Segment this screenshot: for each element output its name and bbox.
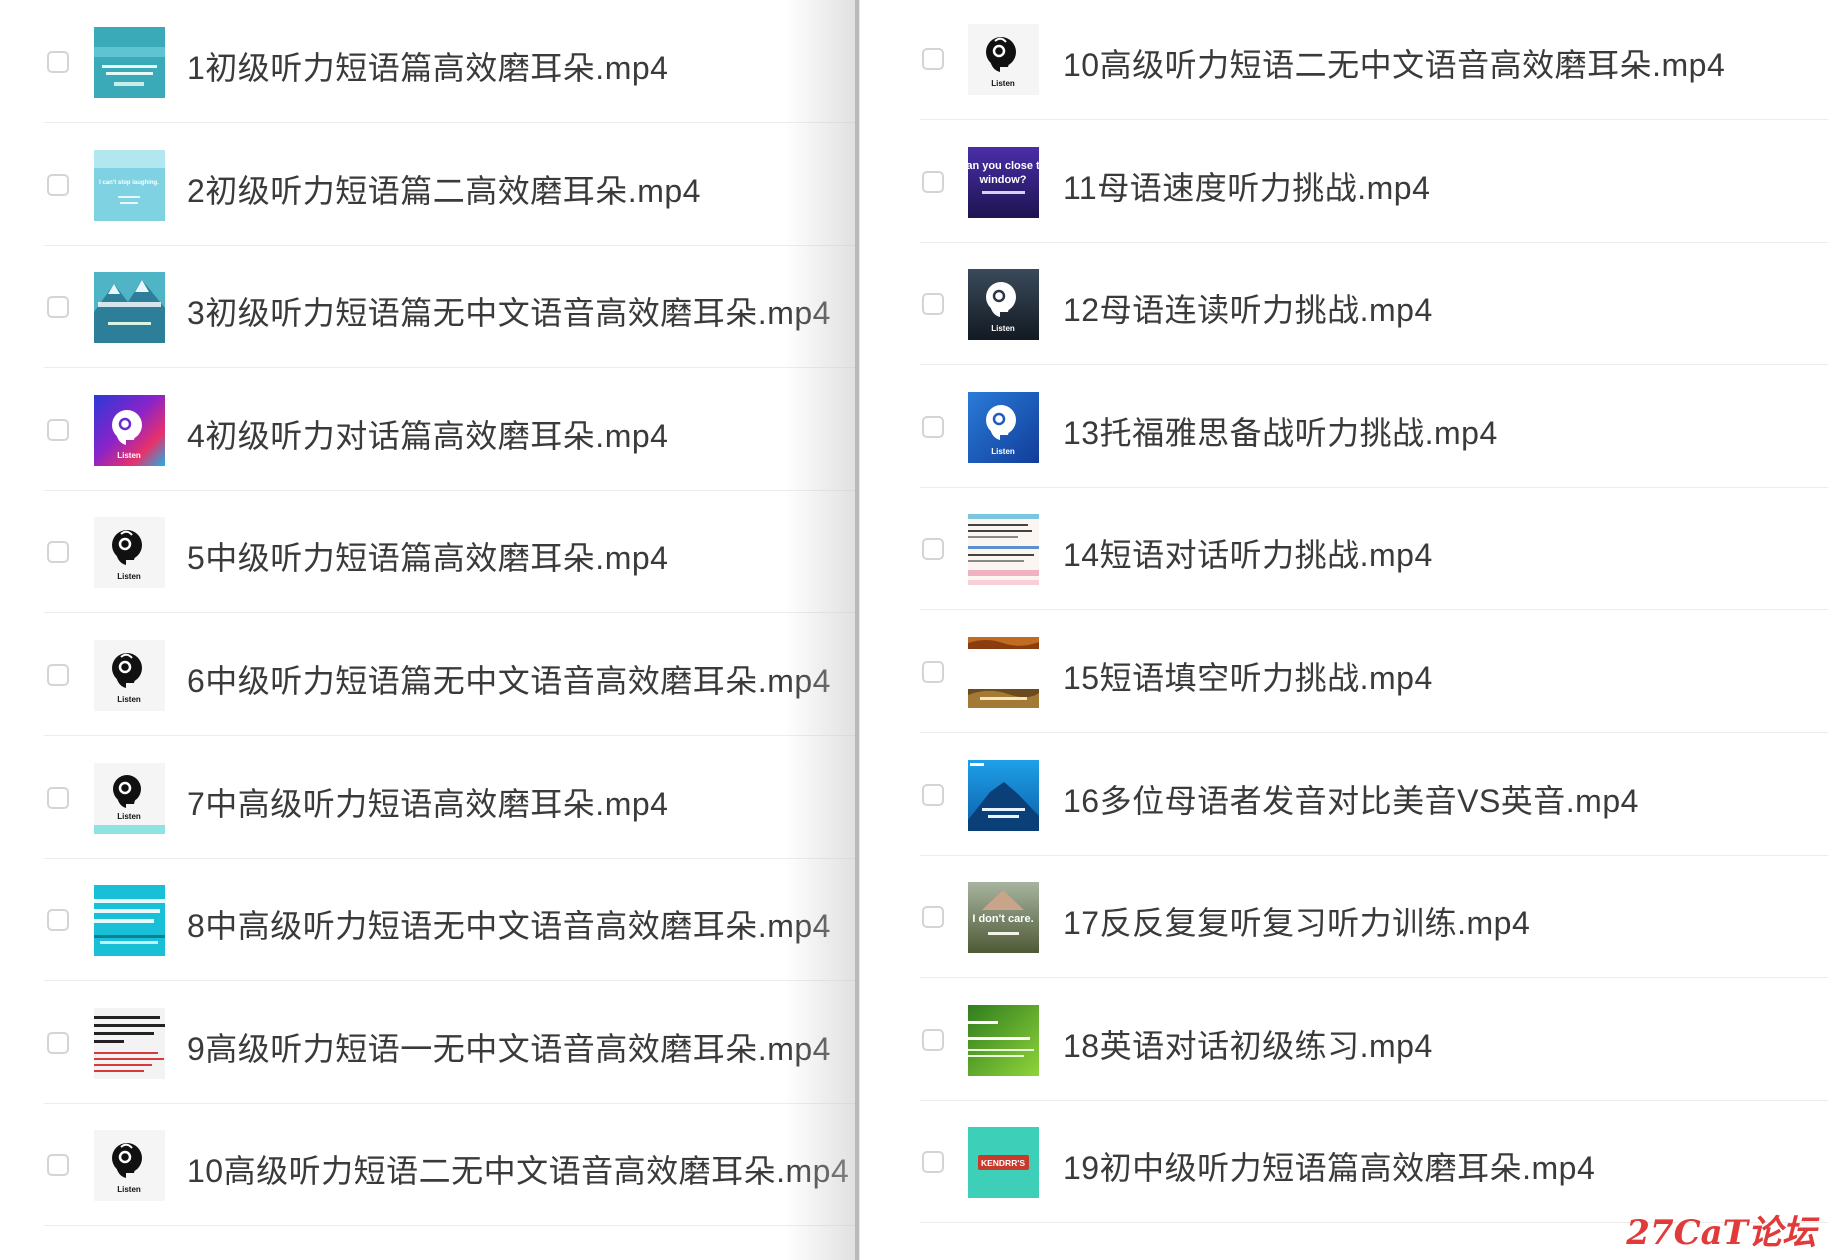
- file-row[interactable]: Listen 7中高级听力短语高效磨耳朵.mp4: [0, 737, 855, 859]
- video-thumbnail: [94, 885, 165, 957]
- file-checkbox[interactable]: [922, 906, 944, 929]
- svg-text:Listen: Listen: [117, 572, 141, 581]
- video-thumbnail: I can't stop laughing.: [94, 149, 165, 221]
- video-thumbnail: Listen: [94, 762, 165, 834]
- video-thumbnail: [968, 514, 1039, 586]
- file-name[interactable]: 11母语速度听力挑战.mp4: [1063, 163, 1430, 209]
- file-checkbox[interactable]: [922, 415, 944, 438]
- file-row[interactable]: Listen 6中级听力短语篇无中文语音高效磨耳朵.mp4: [0, 614, 855, 736]
- file-row[interactable]: 15短语填空听力挑战.mp4: [860, 611, 1828, 733]
- file-row[interactable]: Listen 10高级听力短语二无中文语音高效磨耳朵.mp4: [860, 0, 1828, 120]
- file-name[interactable]: 14短语对话听力挑战.mp4: [1063, 530, 1433, 576]
- video-thumbnail: I don't care.: [968, 882, 1039, 954]
- file-row[interactable]: 14短语对话听力挑战.mp4: [860, 488, 1828, 611]
- file-checkbox[interactable]: [47, 541, 69, 564]
- svg-text:Listen: Listen: [117, 451, 141, 460]
- video-thumbnail: KENDRR'S: [968, 1127, 1039, 1199]
- video-thumbnail: Listen: [94, 640, 165, 711]
- file-checkbox[interactable]: [47, 51, 69, 73]
- svg-text:Listen: Listen: [117, 1185, 141, 1194]
- svg-text:Listen: Listen: [117, 695, 141, 704]
- file-name[interactable]: 19初中级听力短语篇高效磨耳朵.mp4: [1063, 1143, 1595, 1189]
- video-thumbnail: [94, 272, 165, 344]
- file-name[interactable]: 16多位母语者发音对比美音VS英音.mp4: [1063, 776, 1639, 822]
- video-thumbnail: an you close t window?: [968, 146, 1039, 218]
- svg-text:Listen: Listen: [991, 447, 1015, 456]
- video-thumbnail: Listen: [968, 269, 1039, 341]
- file-checkbox[interactable]: [922, 1028, 944, 1051]
- file-name[interactable]: 9高级听力短语一无中文语音高效磨耳朵.mp4: [187, 1024, 831, 1070]
- file-name[interactable]: 10高级听力短语二无中文语音高效磨耳朵.mp4: [187, 1146, 849, 1192]
- file-name[interactable]: 18英语对话初级练习.mp4: [1063, 1021, 1433, 1067]
- file-row[interactable]: 16多位母语者发音对比美音VS英音.mp4: [860, 734, 1828, 856]
- file-row[interactable]: 8中高级听力短语无中文语音高效磨耳朵.mp4: [0, 859, 855, 982]
- video-thumbnail: Listen: [94, 1130, 165, 1202]
- file-name[interactable]: 3初级听力短语篇无中文语音高效磨耳朵.mp4: [187, 288, 831, 334]
- watermark: 27CaT论坛: [1626, 1213, 1816, 1253]
- file-row[interactable]: 3初级听力短语篇无中文语音高效磨耳朵.mp4: [0, 246, 855, 369]
- file-row[interactable]: Listen 12母语连读听力挑战.mp4: [860, 243, 1828, 366]
- file-checkbox[interactable]: [922, 48, 944, 70]
- svg-text:window?: window?: [978, 174, 1026, 186]
- file-checkbox[interactable]: [47, 786, 69, 809]
- file-checkbox[interactable]: [922, 538, 944, 561]
- file-row[interactable]: I can't stop laughing. 2初级听力短语篇二高效磨耳朵.mp…: [0, 124, 855, 246]
- video-thumbnail: [94, 27, 165, 98]
- file-name[interactable]: 10高级听力短语二无中文语音高效磨耳朵.mp4: [1063, 40, 1725, 86]
- left-file-panel: 1初级听力短语篇高效磨耳朵.mp4 I can't stop laughing.…: [0, 0, 855, 1260]
- file-name[interactable]: 2初级听力短语篇二高效磨耳朵.mp4: [187, 166, 701, 212]
- file-name[interactable]: 12母语连读听力挑战.mp4: [1063, 285, 1433, 331]
- svg-text:Listen: Listen: [991, 79, 1015, 88]
- file-checkbox[interactable]: [922, 783, 944, 806]
- video-thumbnail: Listen: [94, 394, 165, 466]
- file-name[interactable]: 7中高级听力短语高效磨耳朵.mp4: [187, 779, 668, 825]
- file-checkbox[interactable]: [922, 170, 944, 193]
- file-checkbox[interactable]: [47, 664, 69, 686]
- right-file-panel: Listen 10高级听力短语二无中文语音高效磨耳朵.mp4 an you clo…: [859, 0, 1828, 1260]
- file-row[interactable]: 9高级听力短语一无中文语音高效磨耳朵.mp4: [0, 982, 855, 1104]
- file-checkbox[interactable]: [922, 661, 944, 683]
- svg-text:Listen: Listen: [991, 324, 1015, 333]
- file-name[interactable]: 15短语填空听力挑战.mp4: [1063, 653, 1433, 699]
- file-checkbox[interactable]: [47, 296, 69, 319]
- video-thumbnail: [94, 1007, 165, 1079]
- video-thumbnail: [968, 637, 1039, 708]
- svg-text:I can't stop laughing.: I can't stop laughing.: [99, 180, 159, 186]
- video-thumbnail: Listen: [968, 391, 1039, 463]
- file-name[interactable]: 4初级听力对话篇高效磨耳朵.mp4: [187, 411, 668, 457]
- file-checkbox[interactable]: [47, 1031, 69, 1054]
- video-thumbnail: Listen: [968, 24, 1039, 95]
- file-name[interactable]: 17反反复复听复习听力训练.mp4: [1063, 898, 1530, 944]
- svg-text:an you close t: an you close t: [968, 160, 1039, 172]
- file-checkbox[interactable]: [47, 173, 69, 196]
- file-row[interactable]: Listen 4初级听力对话篇高效磨耳朵.mp4: [0, 369, 855, 491]
- file-checkbox[interactable]: [47, 418, 69, 441]
- video-thumbnail: [968, 1004, 1039, 1076]
- video-thumbnail: Listen: [94, 517, 165, 589]
- file-name[interactable]: 6中级听力短语篇无中文语音高效磨耳朵.mp4: [187, 656, 831, 702]
- svg-text:Listen: Listen: [117, 812, 141, 821]
- svg-text:KENDRR'S: KENDRR'S: [981, 1158, 1025, 1168]
- video-thumbnail: [968, 759, 1039, 831]
- svg-text:I don't care.: I don't care.: [972, 913, 1033, 925]
- file-row[interactable]: Listen 5中级听力短语篇高效磨耳朵.mp4: [0, 491, 855, 614]
- file-row[interactable]: 1初级听力短语篇高效磨耳朵.mp4: [0, 1, 855, 123]
- file-checkbox[interactable]: [922, 293, 944, 316]
- file-name[interactable]: 13托福雅思备战听力挑战.mp4: [1063, 408, 1498, 454]
- file-name[interactable]: 8中高级听力短语无中文语音高效磨耳朵.mp4: [187, 901, 831, 947]
- file-name[interactable]: 1初级听力短语篇高效磨耳朵.mp4: [187, 43, 668, 89]
- file-row[interactable]: 18英语对话初级练习.mp4: [860, 979, 1828, 1101]
- file-checkbox[interactable]: [47, 909, 69, 932]
- file-row[interactable]: I don't care. 17反反复复听复习听力训练.mp4: [860, 856, 1828, 979]
- file-row[interactable]: an you close t window? 11母语速度听力挑战.mp4: [860, 121, 1828, 243]
- file-row[interactable]: Listen 13托福雅思备战听力挑战.mp4: [860, 366, 1828, 488]
- file-row[interactable]: Listen 10高级听力短语二无中文语音高效磨耳朵.mp4: [0, 1104, 855, 1227]
- file-checkbox[interactable]: [922, 1151, 944, 1174]
- file-name[interactable]: 5中级听力短语篇高效磨耳朵.mp4: [187, 533, 668, 579]
- file-checkbox[interactable]: [47, 1154, 69, 1177]
